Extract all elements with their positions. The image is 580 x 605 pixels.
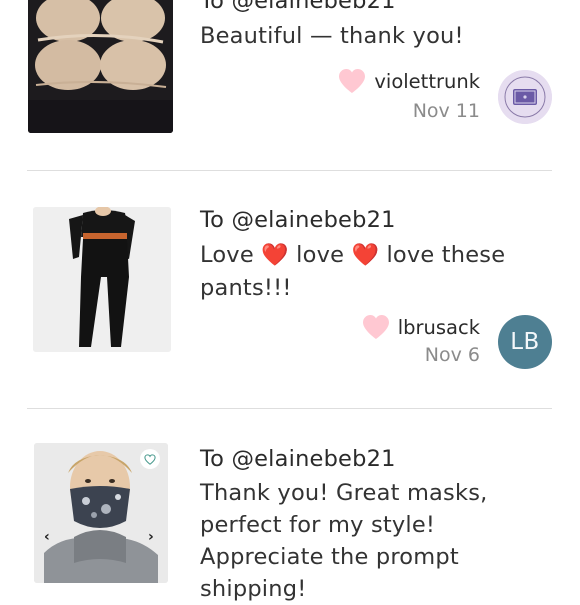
review-item: ‹ › To @elainebeb21 Thank you! Great mas… (0, 409, 580, 602)
heart-icon[interactable] (338, 68, 366, 94)
review-recipient[interactable]: To @elainebeb21 (200, 446, 396, 472)
reviewer-row: lbrusack (362, 314, 480, 340)
review-recipient[interactable]: To @elainebeb21 (200, 0, 396, 14)
review-message: Thank you! Great masks, perfect for my s… (200, 480, 488, 602)
black-pants-photo-icon (33, 207, 171, 352)
review-date: Nov 6 (424, 344, 480, 366)
message-text: Love (200, 242, 262, 268)
review-thumbnail[interactable] (33, 207, 171, 352)
bras-photo-icon (28, 0, 173, 133)
review-feed: To @elainebeb21 Beautiful — thank you! v… (0, 0, 580, 602)
review-thumbnail[interactable] (28, 0, 173, 133)
avatar[interactable] (498, 70, 552, 124)
carousel-next-button[interactable]: › (148, 529, 154, 545)
reviewer-username[interactable]: lbrusack (398, 316, 480, 339)
review-message: Beautiful — thank you! (200, 23, 464, 49)
review-date: Nov 11 (412, 100, 480, 122)
heart-icon[interactable] (362, 314, 390, 340)
heart-emoji-icon: ❤️ (351, 243, 380, 268)
carousel-prev-button[interactable]: ‹ (44, 529, 50, 545)
review-message: Love ❤️ love ❤️ love these pants!!! (200, 239, 560, 304)
violet-trunk-logo-icon (498, 70, 552, 124)
message-text: love (288, 242, 352, 268)
review-item: To @elainebeb21 Love ❤️ love ❤️ love the… (0, 171, 580, 408)
reviewer-row: violettrunk (338, 68, 480, 94)
heart-outline-icon (144, 453, 156, 465)
avatar[interactable]: LB (498, 315, 552, 369)
reviewer-username[interactable]: violettrunk (374, 70, 480, 93)
review-recipient[interactable]: To @elainebeb21 (200, 207, 396, 233)
like-button[interactable] (140, 449, 160, 469)
heart-emoji-icon: ❤️ (261, 243, 289, 268)
review-item: To @elainebeb21 Beautiful — thank you! v… (0, 0, 580, 170)
review-thumbnail[interactable]: ‹ › (34, 443, 168, 583)
